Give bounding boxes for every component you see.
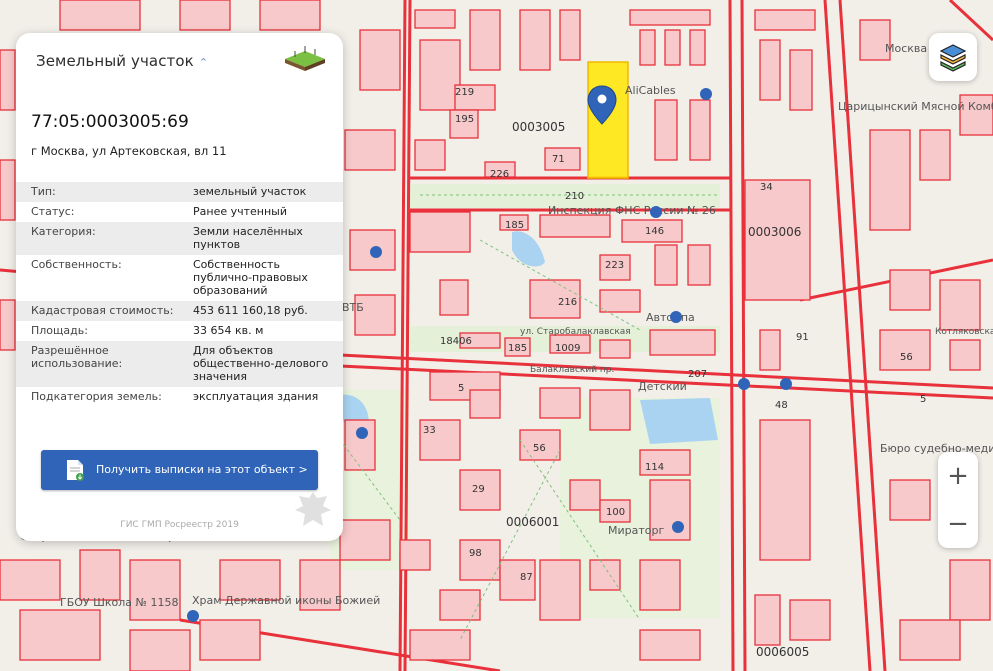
property-label: Статус: <box>31 205 75 218</box>
svg-text:34: 34 <box>760 182 773 193</box>
poi-label: ГБОУ Школа № 1158 <box>60 596 178 609</box>
property-label: Кадастровая стоимость: <box>31 304 174 317</box>
poi-label: ВТБ <box>342 301 364 314</box>
property-value: Собственность публично-правовых образова… <box>193 258 308 297</box>
property-value: земельный участок <box>193 185 307 198</box>
property-label: Категория: <box>31 225 96 238</box>
parcel-info-card: Земельный участок ⌃ 77:05:0003005:69 г Мо… <box>16 33 343 541</box>
svg-text:146: 146 <box>645 226 664 237</box>
svg-text:29: 29 <box>472 484 485 495</box>
table-row: Кадастровая стоимость: 453 611 160,18 ру… <box>16 301 343 321</box>
svg-text:87: 87 <box>520 572 533 583</box>
svg-text:18406: 18406 <box>440 336 472 347</box>
svg-text:219: 219 <box>455 87 474 98</box>
table-row: Площадь: 33 654 кв. м <box>16 321 343 341</box>
svg-text:216: 216 <box>558 297 577 308</box>
zoom-out-button[interactable]: − <box>938 500 978 548</box>
quarter-label: 0006005 <box>756 645 809 659</box>
property-label: Подкатегория земель: <box>31 390 162 403</box>
street-label: Котляковская <box>935 327 993 337</box>
parcel-address: г Москва, ул Артековская, вл 11 <box>31 144 227 158</box>
poi-label: Детский <box>638 380 687 393</box>
cadastral-number: 77:05:0003005:69 <box>31 112 189 132</box>
street-label: ул. Старобалаклавская <box>520 327 631 337</box>
property-value: 453 611 160,18 руб. <box>193 304 308 317</box>
quarter-label: 0003005 <box>512 120 565 134</box>
svg-text:185: 185 <box>505 220 524 231</box>
selected-parcel <box>587 61 629 179</box>
svg-text:210: 210 <box>565 191 584 202</box>
property-label: Площадь: <box>31 324 88 337</box>
property-label: Тип: <box>31 185 56 198</box>
get-extracts-label: Получить выписки на этот объект > <box>96 463 308 476</box>
property-value: Для объектов общественно-делового значен… <box>193 344 329 383</box>
quarter-label: 0006001 <box>506 515 559 529</box>
svg-text:5: 5 <box>458 383 464 394</box>
svg-text:98: 98 <box>469 548 482 559</box>
svg-text:207: 207 <box>688 369 707 380</box>
svg-text:56: 56 <box>533 443 546 454</box>
card-title-text: Земельный участок <box>36 52 194 70</box>
chevron-up-icon[interactable]: ⌃ <box>199 56 208 69</box>
svg-text:33: 33 <box>423 425 436 436</box>
svg-text:56: 56 <box>900 352 913 363</box>
svg-text:91: 91 <box>796 332 809 343</box>
street-label: Балаклавский пр. <box>530 365 614 375</box>
zoom-in-button[interactable]: + <box>938 452 978 500</box>
document-download-icon <box>67 460 84 481</box>
poi-label: Царицынский Мясной Комбинат <box>838 100 993 113</box>
property-value: 33 654 кв. м <box>193 324 264 337</box>
get-extracts-button[interactable]: Получить выписки на этот объект > <box>41 450 318 490</box>
zoom-controls: + − <box>938 452 978 548</box>
poi-label: Храм Державной иконы Божией <box>192 594 380 607</box>
properties-table: Тип: земельный участок Статус: Ранее учт… <box>16 182 343 407</box>
poi-label: AliCables <box>625 84 676 97</box>
svg-text:223: 223 <box>605 260 624 271</box>
table-row: Разрешённое использование: Для объектов … <box>16 341 343 387</box>
svg-text:1009: 1009 <box>555 343 580 354</box>
svg-text:5: 5 <box>920 394 926 405</box>
property-label: Разрешённое использование: <box>31 344 123 370</box>
property-label: Собственность: <box>31 258 122 271</box>
svg-text:185: 185 <box>508 343 527 354</box>
svg-text:195: 195 <box>455 114 474 125</box>
poi-label: Москва <box>885 42 927 55</box>
poi-label: Мираторг <box>608 524 664 537</box>
table-row: Категория: Земли населённых пунктов <box>16 222 343 255</box>
svg-text:71: 71 <box>552 154 565 165</box>
svg-text:100: 100 <box>606 507 625 518</box>
poi-label: Инспекция ФНС России № 26 <box>548 204 716 217</box>
layers-icon <box>939 44 967 72</box>
table-row: Статус: Ранее учтенный <box>16 202 343 222</box>
property-value: Земли населённых пунктов <box>193 225 303 251</box>
table-row: Собственность: Собственность публично-пр… <box>16 255 343 301</box>
property-value: Ранее учтенный <box>193 205 287 218</box>
property-value: эксплуатация здания <box>193 390 319 403</box>
card-header[interactable]: Земельный участок ⌃ <box>16 33 343 91</box>
table-row: Тип: земельный участок <box>16 182 343 202</box>
table-row: Подкатегория земель: эксплуатация здания <box>16 387 343 407</box>
svg-text:114: 114 <box>645 462 664 473</box>
card-footer: ГИС ГМП Росреестр 2019 <box>120 520 239 530</box>
layers-button[interactable] <box>929 33 977 81</box>
quarter-label: 0003006 <box>748 225 801 239</box>
land-plot-icon <box>285 46 325 71</box>
svg-text:226: 226 <box>490 169 509 180</box>
card-title[interactable]: Земельный участок ⌃ <box>36 52 208 70</box>
svg-text:48: 48 <box>775 400 788 411</box>
